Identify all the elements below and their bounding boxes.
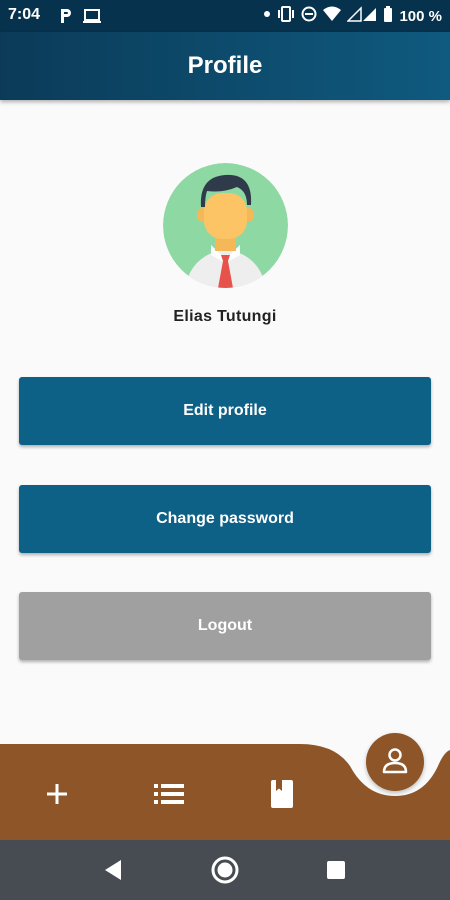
signal-icon — [346, 6, 377, 26]
user-avatar-icon — [163, 163, 288, 288]
status-bar: 7:04 100 % — [0, 0, 450, 32]
change-password-button[interactable]: Change password — [19, 485, 431, 553]
battery-icon — [383, 6, 393, 26]
profile-fab[interactable] — [366, 733, 424, 791]
do-not-disturb-icon — [301, 6, 317, 26]
bookmark-book-icon[interactable] — [266, 778, 298, 810]
vibrate-icon — [277, 6, 295, 26]
back-icon[interactable] — [97, 854, 129, 886]
laptop-icon — [82, 7, 102, 30]
avatar — [163, 163, 288, 288]
edit-profile-button[interactable]: Edit profile — [19, 377, 431, 445]
battery-level: 100 % — [399, 7, 442, 25]
profile-icon — [381, 746, 409, 779]
status-time: 7:04 — [8, 6, 41, 23]
logout-button[interactable]: Logout — [19, 592, 431, 660]
parking-icon — [58, 7, 74, 30]
app-bar: Profile — [0, 32, 450, 100]
status-right: 100 % — [263, 6, 442, 26]
recents-icon[interactable] — [320, 854, 352, 886]
status-left-icons — [58, 7, 102, 30]
wifi-icon — [323, 6, 342, 26]
add-icon[interactable] — [41, 778, 73, 810]
system-navigation-bar — [0, 840, 450, 900]
home-icon[interactable] — [209, 854, 241, 886]
list-icon[interactable] — [153, 778, 185, 810]
page-title: Profile — [187, 52, 263, 79]
dot-icon — [263, 6, 271, 26]
user-name: Elias Tutungi — [173, 308, 277, 325]
